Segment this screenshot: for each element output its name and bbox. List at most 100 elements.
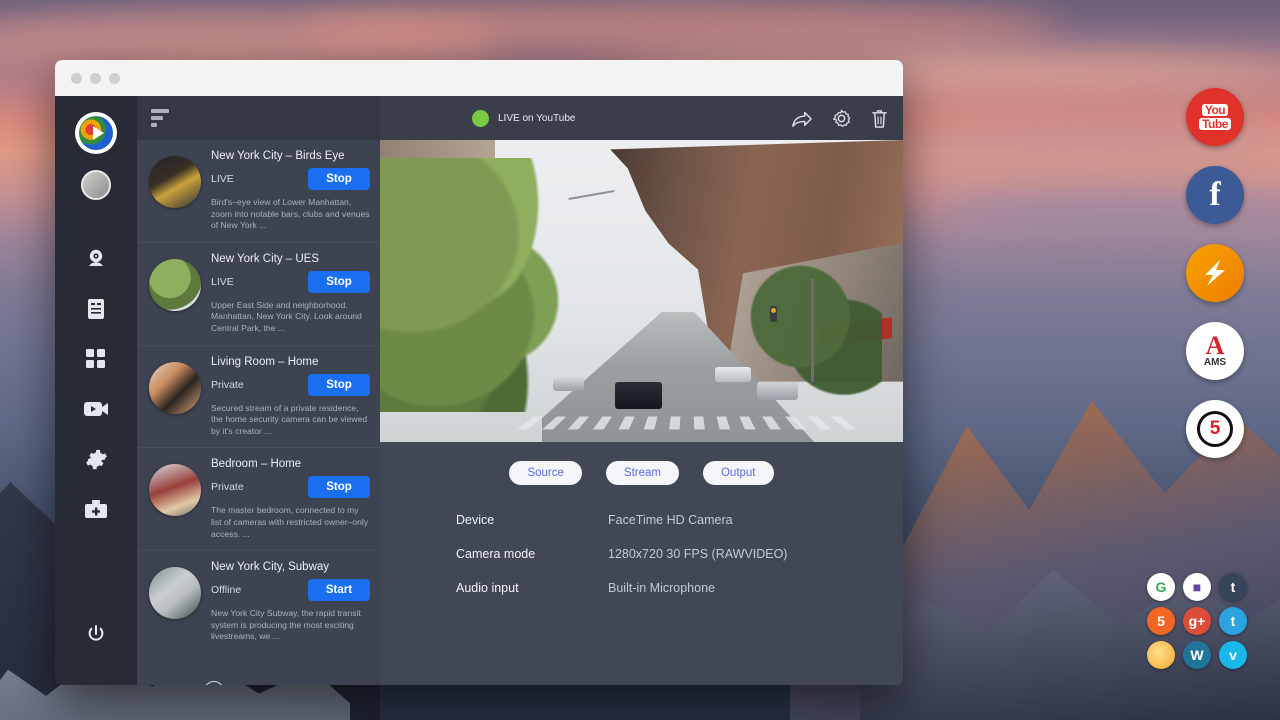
trees-right (746, 261, 882, 400)
camera-list-panel: New York City – Birds Eye LIVE Stop Bird… (137, 96, 380, 685)
camera-status-row: Private Stop (211, 476, 370, 498)
gear-icon[interactable] (831, 108, 852, 129)
vimeo-icon[interactable]: v (1219, 641, 1247, 669)
twitter-mini-label: t (1231, 613, 1236, 629)
main-toolbar: LIVE on YouTube (380, 96, 903, 140)
rail-item-settings[interactable] (74, 434, 118, 484)
g-icon[interactable]: G (1147, 573, 1175, 601)
twitch-icon-label: ■ (1193, 579, 1201, 595)
youtube-desktop-icon[interactable]: You Tube (1186, 88, 1244, 146)
camera-list-item[interactable]: New York City, Subway Offline Start New … (137, 551, 380, 653)
rail-item-help[interactable] (74, 484, 118, 534)
rail-item-logs[interactable] (74, 284, 118, 334)
orange-icon[interactable] (1147, 641, 1175, 669)
detail-value: FaceTime HD Camera (608, 513, 733, 527)
user-avatar[interactable] (81, 170, 111, 200)
window-titlebar (55, 60, 903, 96)
app-logo[interactable] (75, 112, 117, 154)
wordpress-icon[interactable]: W (1183, 641, 1211, 669)
detail-value: 1280x720 30 FPS (RAWVIDEO) (608, 547, 787, 561)
googleplus-mini-label: g+ (1189, 613, 1206, 629)
camera-status: Private (211, 481, 244, 493)
target-ring: 5 (1197, 411, 1233, 447)
car (757, 382, 799, 400)
tab-stream[interactable]: Stream (606, 461, 679, 485)
camera-list-item[interactable]: Living Room – Home Private Stop Secured … (137, 346, 380, 449)
camera-info: New York City – UES LIVE Stop Upper East… (211, 253, 370, 335)
document-list-icon (85, 297, 107, 321)
window-maximize-button[interactable] (109, 73, 120, 84)
detail-label: Device (456, 513, 608, 527)
camera-description: Secured stream of a private residence, t… (211, 403, 370, 438)
crosswalk (518, 416, 860, 429)
trash-icon[interactable] (870, 108, 889, 129)
twitch-icon[interactable]: ■ (1183, 573, 1211, 601)
camera-description: The master bedroom, connected to my list… (211, 505, 370, 540)
live-status-label: LIVE on YouTube (498, 113, 575, 124)
rail-item-dashboard[interactable] (74, 334, 118, 384)
sidebar-rail (55, 96, 137, 685)
car (615, 382, 662, 409)
camera-list-item[interactable]: New York City – Birds Eye LIVE Stop Bird… (137, 140, 380, 243)
camera-info: New York City, Subway Offline Start New … (211, 561, 370, 643)
wowza-desktop-icon[interactable] (1186, 244, 1244, 302)
camera-status-row: Offline Start (211, 579, 370, 601)
camera-toggle-button[interactable]: Stop (308, 374, 370, 396)
add-camera-button[interactable]: + Add Camera (137, 653, 380, 685)
adobe-ams-desktop-icon[interactable]: A AMS (1186, 322, 1244, 380)
camera-status: Offline (211, 584, 241, 596)
main-panel: LIVE on YouTube (380, 96, 903, 685)
live-status-group: LIVE on YouTube (472, 110, 575, 127)
camera-list-item[interactable]: Bedroom – Home Private Stop The master b… (137, 448, 380, 551)
camera-toggle-button[interactable]: Stop (308, 476, 370, 498)
facebook-desktop-icon[interactable]: f (1186, 166, 1244, 224)
share-icon[interactable] (791, 108, 813, 128)
camera-toggle-button[interactable]: Start (308, 579, 370, 601)
camera-thumbnail (149, 464, 201, 516)
camera-toggle-button[interactable]: Stop (308, 168, 370, 190)
tab-source[interactable]: Source (509, 461, 581, 485)
webcam-icon (84, 247, 108, 271)
traffic-light (770, 306, 777, 322)
camera-title: Living Room – Home (211, 356, 370, 368)
sort-icon[interactable] (151, 109, 169, 127)
video-preview-wrap (380, 140, 903, 442)
rail-item-power[interactable] (74, 609, 118, 659)
video-preview[interactable] (380, 140, 903, 442)
detail-row: Camera mode 1280x720 30 FPS (RAWVIDEO) (456, 547, 903, 561)
five-icon[interactable]: 5 (1147, 607, 1175, 635)
camera-list-toolbar (137, 96, 380, 140)
first-aid-icon (84, 499, 108, 520)
tab-output[interactable]: Output (703, 461, 774, 485)
app-window: New York City – Birds Eye LIVE Stop Bird… (55, 60, 903, 685)
googleplus-mini-icon[interactable]: g+ (1183, 607, 1211, 635)
rail-item-cameras[interactable] (74, 234, 118, 284)
camera-thumbnail (149, 362, 201, 414)
detail-tabs: Source Stream Output (380, 461, 903, 485)
window-close-button[interactable] (71, 73, 82, 84)
camera-toggle-button[interactable]: Stop (308, 271, 370, 293)
camera-status: LIVE (211, 173, 234, 185)
five-icon-label: 5 (1157, 613, 1165, 629)
camera-status: LIVE (211, 276, 234, 288)
five-label: 5 (1210, 418, 1221, 440)
camera-description: New York City Subway, the rapid transit … (211, 608, 370, 643)
tumblr-icon-label: t (1231, 579, 1236, 595)
detail-value: Built-in Microphone (608, 581, 715, 595)
facebook-icon-label: f (1209, 176, 1220, 214)
five-target-desktop-icon[interactable]: 5 (1186, 400, 1244, 458)
twitter-mini-icon[interactable]: t (1219, 607, 1247, 635)
camera-list-item[interactable]: New York City – UES LIVE Stop Upper East… (137, 243, 380, 346)
window-body: New York City – Birds Eye LIVE Stop Bird… (55, 96, 903, 685)
window-minimize-button[interactable] (90, 73, 101, 84)
trees-left (380, 158, 605, 412)
camera-status-row: Private Stop (211, 374, 370, 396)
camera-list[interactable]: New York City – Birds Eye LIVE Stop Bird… (137, 140, 380, 685)
rail-item-recordings[interactable] (74, 384, 118, 434)
tumblr-icon[interactable]: t (1219, 573, 1247, 601)
power-icon (86, 624, 106, 644)
toolbar-actions (791, 108, 889, 129)
car (715, 367, 752, 382)
camera-description: Upper East Side and neighborhood. Manhat… (211, 300, 370, 335)
camera-description: Bird's–eye view of Lower Manhattan, zoom… (211, 197, 370, 232)
